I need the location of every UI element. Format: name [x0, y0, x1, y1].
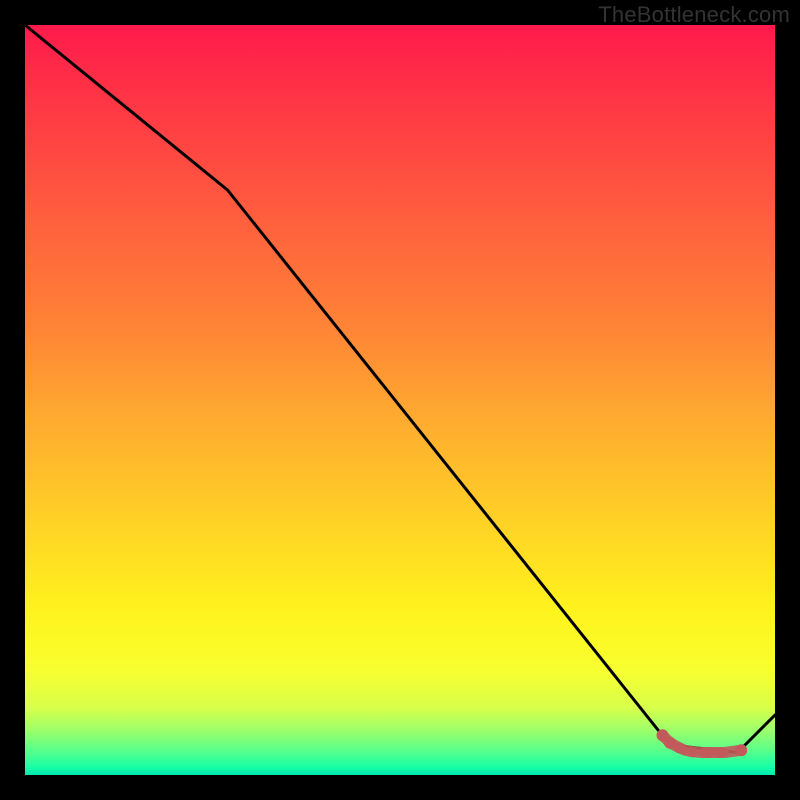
curve-line [25, 25, 775, 753]
attribution-label: TheBottleneck.com [598, 2, 790, 28]
plot-area [25, 25, 775, 775]
chart-overlay [25, 25, 775, 775]
valley-markers [657, 729, 748, 758]
chart-stage: TheBottleneck.com [0, 0, 800, 800]
